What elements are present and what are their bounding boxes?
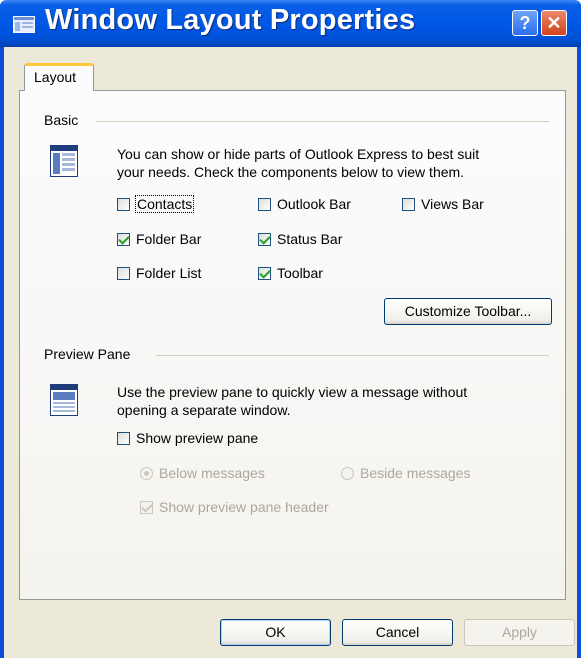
close-button[interactable]: ✕ [541,10,567,36]
customize-toolbar-button[interactable]: Customize Toolbar... [384,298,552,325]
toolbar-label: Toolbar [277,265,323,281]
beside-messages-radio[interactable]: Beside messages [341,465,471,481]
below-messages-radio-dot[interactable] [140,466,153,480]
folder-list-label: Folder List [136,265,202,281]
basic-description-line2: your needs. Check the components below t… [117,164,465,180]
help-button[interactable]: ? [512,10,538,36]
folder-bar-checkbox-box[interactable] [117,232,130,246]
show-preview-header-label: Show preview pane header [159,499,329,515]
tab-layout-label: Layout [34,69,77,85]
views-bar-checkbox[interactable]: Views Bar [402,196,484,212]
outlook-bar-checkbox-box[interactable] [258,197,271,211]
preview-description-line2: opening a separate window. [117,402,291,418]
toolbar-checkbox[interactable]: Toolbar [258,265,323,281]
window-layout-icon [13,16,35,33]
views-bar-label: Views Bar [421,196,484,212]
preview-pane-icon [50,384,78,416]
contacts-checkbox[interactable]: Contacts [117,195,195,213]
window-title: Window Layout Properties [45,4,416,36]
beside-messages-radio-dot[interactable] [341,466,354,480]
cancel-button[interactable]: Cancel [342,619,453,646]
below-messages-label: Below messages [159,465,265,481]
preview-divider [156,355,549,356]
show-preview-pane-checkbox[interactable]: Show preview pane [117,430,258,446]
layout-basic-icon [50,145,78,177]
basic-divider [96,121,549,122]
status-bar-checkbox[interactable]: Status Bar [258,231,342,247]
folder-list-checkbox[interactable]: Folder List [117,265,201,281]
beside-messages-label: Beside messages [360,465,471,481]
views-bar-checkbox-box[interactable] [402,197,415,211]
basic-heading: Basic [44,112,79,128]
title-bar[interactable]: Window Layout Properties ? ✕ [0,0,581,47]
toolbar-checkbox-box[interactable] [258,266,271,280]
preview-description-line1: Use the preview pane to quickly view a m… [117,384,468,400]
basic-description-line1: You can show or hide parts of Outlook Ex… [117,146,480,162]
show-preview-header-checkbox[interactable]: Show preview pane header [140,499,329,515]
contacts-checkbox-box[interactable] [117,197,130,211]
contacts-label: Contacts [134,195,195,213]
status-bar-checkbox-box[interactable] [258,232,271,246]
ok-button[interactable]: OK [220,619,331,646]
show-preview-pane-label: Show preview pane [136,430,259,446]
folder-bar-checkbox[interactable]: Folder Bar [117,231,201,247]
folder-list-checkbox-box[interactable] [117,266,130,280]
status-bar-label: Status Bar [277,231,343,247]
folder-bar-label: Folder Bar [136,231,202,247]
show-preview-pane-checkbox-box[interactable] [117,431,130,445]
below-messages-radio[interactable]: Below messages [140,465,265,481]
outlook-bar-checkbox[interactable]: Outlook Bar [258,196,351,212]
preview-heading: Preview Pane [44,346,131,362]
outlook-bar-label: Outlook Bar [277,196,351,212]
tab-layout[interactable]: Layout [24,63,94,91]
apply-button[interactable]: Apply [464,619,575,646]
show-preview-header-checkbox-box[interactable] [140,500,153,514]
